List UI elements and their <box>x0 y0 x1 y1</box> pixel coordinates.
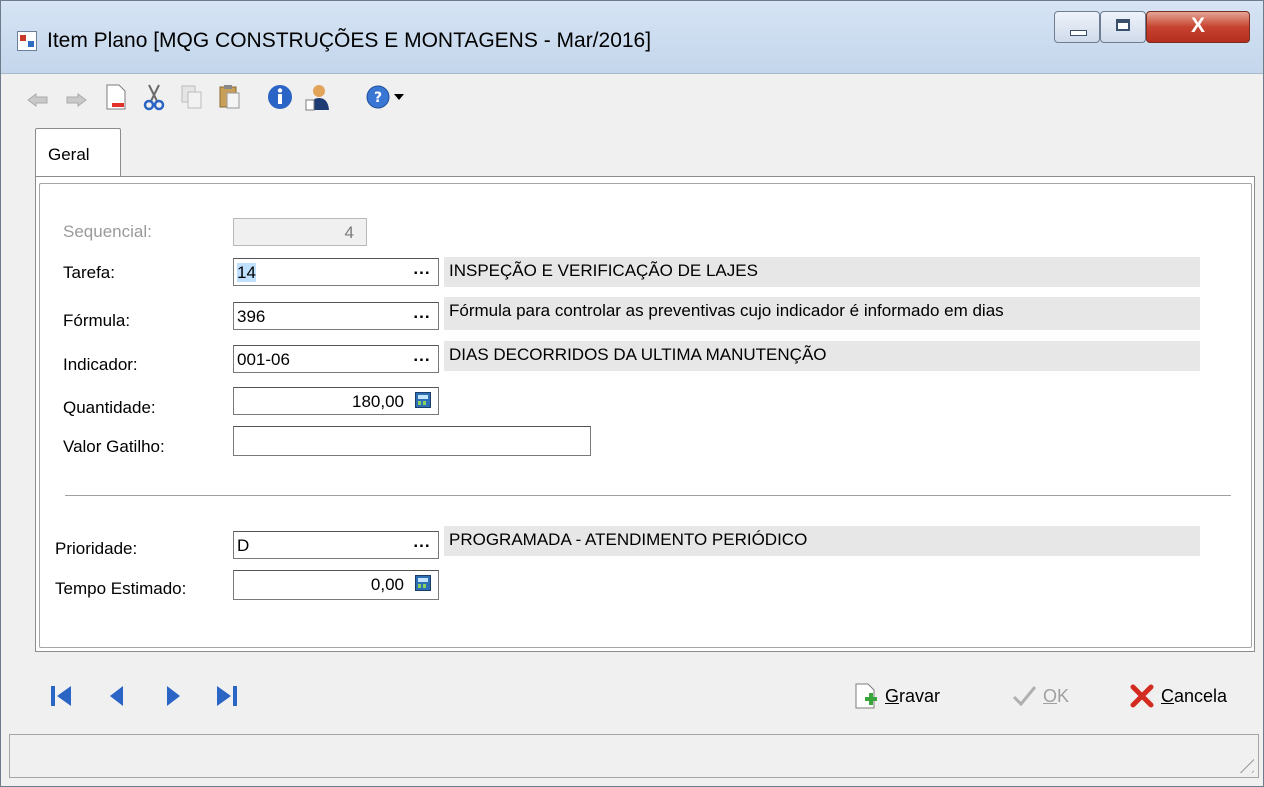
info-icon[interactable] <box>265 82 295 112</box>
sequencial-label: Sequencial: <box>63 222 152 241</box>
gravar-button[interactable]: Gravar <box>853 679 940 713</box>
tarefa-label: Tarefa: <box>63 263 115 282</box>
calculator-icon[interactable] <box>415 575 431 591</box>
minimize-icon <box>1070 30 1087 36</box>
valor-gatilho-input[interactable] <box>233 426 591 456</box>
prioridade-label: Prioridade: <box>55 539 138 558</box>
check-icon <box>1012 686 1037 707</box>
copy-icon[interactable] <box>177 82 207 112</box>
redo-icon[interactable] <box>61 82 91 112</box>
ok-mnemonic: O <box>1043 685 1058 706</box>
calculator-icon[interactable] <box>415 392 431 408</box>
tarefa-value: 14 <box>237 263 256 282</box>
undo-icon[interactable] <box>23 82 53 112</box>
quantidade-input[interactable]: 180,00 <box>233 387 439 415</box>
tarefa-lookup-button[interactable]: ... <box>409 260 435 286</box>
indicador-lookup-button[interactable]: ... <box>409 347 435 373</box>
previous-record-icon <box>110 686 123 706</box>
last-record-button[interactable] <box>215 684 239 708</box>
formula-description: Fórmula para controlar as preventivas cu… <box>444 297 1200 330</box>
last-record-icon <box>217 686 237 706</box>
previous-record-button[interactable] <box>105 684 129 708</box>
next-record-button[interactable] <box>161 684 185 708</box>
svg-text:?: ? <box>374 90 382 106</box>
cancela-button[interactable]: Cancela <box>1129 679 1227 713</box>
save-icon <box>855 683 877 709</box>
close-button[interactable]: X <box>1146 11 1250 43</box>
title-bar[interactable]: Item Plano [MQG CONSTRUÇÕES E MONTAGENS … <box>1 1 1263 74</box>
tempo-estimado-label: Tempo Estimado: <box>55 579 187 598</box>
maximize-icon <box>1116 19 1130 31</box>
indicador-description: DIAS DECORRIDOS DA ULTIMA MANUTENÇÃO <box>444 341 1200 371</box>
app-icon <box>17 31 37 51</box>
formula-lookup-button[interactable]: ... <box>409 304 435 330</box>
minimize-button[interactable] <box>1054 11 1100 43</box>
indicador-label: Indicador: <box>63 355 138 374</box>
first-record-button[interactable] <box>49 684 73 708</box>
cancela-mnemonic: C <box>1161 685 1174 706</box>
ok-button[interactable]: OK <box>1011 679 1069 713</box>
next-record-icon <box>167 686 180 706</box>
first-record-icon <box>51 686 71 706</box>
window-title: Item Plano [MQG CONSTRUÇÕES E MONTAGENS … <box>47 29 652 52</box>
toolbar: ? <box>9 76 1249 122</box>
close-icon: X <box>1190 14 1205 37</box>
dropdown-arrow-icon[interactable] <box>389 82 409 112</box>
user-icon[interactable] <box>303 82 333 112</box>
prioridade-description: PROGRAMADA - ATENDIMENTO PERIÓDICO <box>444 526 1200 556</box>
formula-label: Fórmula: <box>63 311 131 330</box>
ok-label: K <box>1057 685 1070 706</box>
cut-icon[interactable] <box>139 82 169 112</box>
tab-geral[interactable]: Geral <box>35 128 121 176</box>
tempo-estimado-input[interactable]: 0,00 <box>233 570 439 600</box>
form-frame <box>39 183 1252 648</box>
tarefa-description: INSPEÇÃO E VERIFICAÇÃO DE LAJES <box>444 257 1200 287</box>
cancel-x-icon <box>1130 684 1154 708</box>
gravar-mnemonic: G <box>885 685 900 706</box>
status-bar <box>9 734 1259 778</box>
tab-geral-label: Geral <box>48 145 90 164</box>
separator <box>65 495 1231 499</box>
quantidade-label: Quantidade: <box>63 398 156 417</box>
cancela-label: ancela <box>1174 685 1228 706</box>
paste-icon[interactable] <box>215 82 245 112</box>
maximize-button[interactable] <box>1100 11 1146 43</box>
new-document-icon[interactable] <box>101 82 131 112</box>
gravar-label: ravar <box>899 685 941 706</box>
resize-grip-icon[interactable] <box>1232 751 1254 773</box>
dialog-window: Item Plano [MQG CONSTRUÇÕES E MONTAGENS … <box>0 0 1264 787</box>
sequencial-field: 4 <box>233 218 367 246</box>
prioridade-lookup-button[interactable]: ... <box>409 533 435 559</box>
valor-gatilho-label: Valor Gatilho: <box>63 437 165 456</box>
